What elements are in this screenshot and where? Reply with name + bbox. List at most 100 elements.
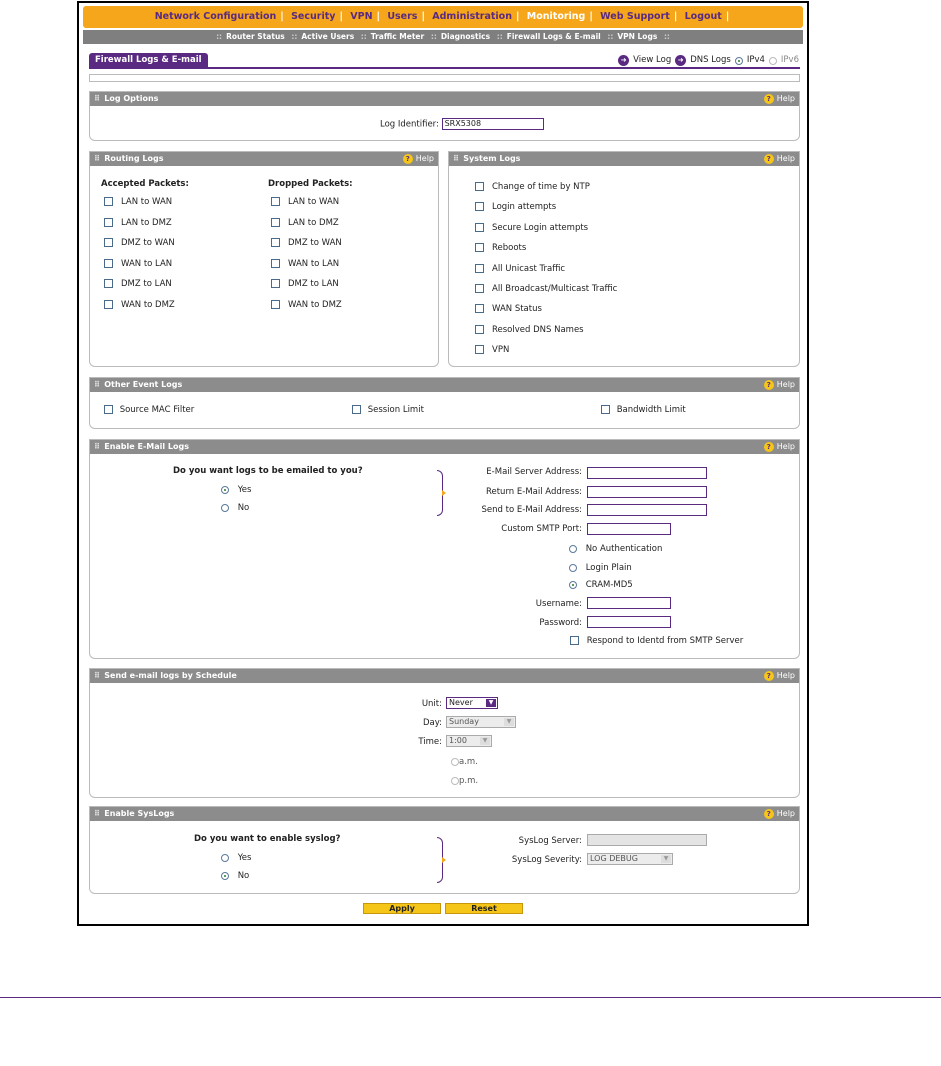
system-log-row: All Broadcast/Multicast Traffic: [475, 284, 617, 294]
panel-header: ⠿ Enable SysLogs? Help: [90, 807, 799, 821]
am-radio[interactable]: [451, 757, 459, 766]
nav-monitoring[interactable]: Monitoring: [526, 11, 587, 22]
dropped-checkbox[interactable]: [271, 217, 280, 227]
pm-label: p.m.: [459, 776, 479, 786]
ipv4-radio[interactable]: [734, 56, 743, 65]
dropped-checkbox[interactable]: [271, 258, 280, 268]
auth-none-radio[interactable]: [569, 544, 577, 553]
help-link[interactable]: ? Help: [763, 152, 795, 166]
log-identifier-input[interactable]: SRX5308: [441, 118, 544, 130]
subnav-diagnostics[interactable]: Diagnostics: [441, 32, 490, 41]
nav-security[interactable]: Security: [290, 11, 336, 22]
time-select[interactable]: 1:00 ▼: [446, 735, 492, 747]
syslog-server-input[interactable]: [587, 834, 707, 846]
subnav-firewall-logs[interactable]: Firewall Logs & E-mail: [507, 32, 601, 41]
chevron-down-icon: ▼: [661, 855, 671, 863]
subnav-active-users[interactable]: Active Users: [301, 32, 354, 41]
help-link[interactable]: ? Help: [763, 669, 795, 683]
day-select[interactable]: Sunday ▼: [446, 716, 516, 728]
system-log-checkbox[interactable]: [475, 182, 484, 191]
system-log-row: Login attempts: [475, 202, 556, 212]
system-log-checkbox[interactable]: [475, 345, 484, 355]
username-input[interactable]: [587, 597, 671, 609]
panel-header: ⠿ Routing Logs? Help: [90, 152, 438, 166]
day-label: Day:: [422, 718, 442, 728]
bandwidth-limit-checkbox[interactable]: [601, 405, 610, 414]
pm-radio[interactable]: [451, 776, 459, 785]
help-link[interactable]: ? Help: [763, 807, 795, 821]
nav-vpn[interactable]: VPN: [349, 11, 373, 22]
nav-administration[interactable]: Administration: [431, 11, 513, 22]
system-log-checkbox[interactable]: [475, 202, 484, 212]
identd-label: Respond to Identd from SMTP Server: [586, 636, 744, 646]
system-log-checkbox[interactable]: [475, 284, 484, 293]
email-yes-radio[interactable]: [221, 485, 229, 494]
system-log-checkbox[interactable]: [475, 222, 484, 232]
dropped-checkbox[interactable]: [271, 197, 280, 206]
subnav-traffic-meter[interactable]: Traffic Meter: [371, 32, 424, 41]
dropped-row: WAN to LAN: [271, 258, 339, 269]
help-link[interactable]: ? Help: [763, 440, 795, 454]
auth-plain-radio[interactable]: [569, 563, 577, 572]
system-log-label: VPN: [492, 345, 510, 356]
return-email-input[interactable]: [587, 486, 707, 498]
accepted-checkbox[interactable]: [104, 217, 113, 227]
accepted-label: DMZ to LAN: [121, 279, 172, 289]
system-log-label: Resolved DNS Names: [492, 324, 584, 335]
system-log-row: All Unicast Traffic: [475, 263, 565, 274]
bracket-connector: [437, 470, 446, 516]
nav-users[interactable]: Users: [386, 11, 418, 22]
send-to-email-input[interactable]: [587, 504, 707, 516]
email-server-input[interactable]: [587, 467, 707, 479]
accepted-checkbox[interactable]: [104, 279, 113, 288]
syslog-no-radio[interactable]: [221, 871, 229, 880]
chevron-down-icon: ▼: [504, 718, 514, 726]
panel-header: ⠿ Log Options? Help: [90, 92, 799, 106]
accepted-checkbox[interactable]: [104, 258, 113, 268]
subnav-router-status[interactable]: Router Status: [226, 32, 285, 41]
system-log-label: Secure Login attempts: [492, 222, 589, 233]
syslog-severity-select[interactable]: LOG DEBUG ▼: [587, 853, 673, 865]
identd-checkbox[interactable]: [570, 636, 579, 645]
system-log-checkbox[interactable]: [475, 324, 484, 334]
view-log-link[interactable]: View Log: [633, 54, 671, 67]
help-link[interactable]: ? Help: [763, 378, 795, 392]
dns-logs-link[interactable]: DNS Logs: [690, 54, 731, 67]
system-log-row: Reboots: [475, 243, 526, 253]
system-log-checkbox[interactable]: [475, 304, 484, 314]
help-link[interactable]: ? Help: [763, 92, 795, 106]
accepted-checkbox[interactable]: [104, 299, 113, 309]
ipv6-radio[interactable]: [768, 56, 777, 65]
nav-network-configuration[interactable]: Network Configuration: [154, 11, 278, 22]
tab-underline: [89, 67, 800, 69]
help-icon: ?: [763, 808, 774, 819]
system-log-label: Login attempts: [492, 202, 557, 213]
dropped-checkbox[interactable]: [271, 238, 280, 247]
tab-firewall-logs[interactable]: Firewall Logs & E-mail: [89, 53, 208, 68]
accepted-checkbox[interactable]: [104, 238, 113, 247]
system-log-row: Secure Login attempts: [475, 222, 589, 233]
unit-select[interactable]: Never ▼: [446, 697, 498, 709]
source-mac-filter-checkbox[interactable]: [104, 405, 113, 414]
syslog-yes-radio[interactable]: [221, 853, 229, 862]
system-log-checkbox[interactable]: [475, 263, 484, 273]
session-limit-checkbox[interactable]: [352, 405, 361, 414]
accepted-checkbox[interactable]: [104, 197, 113, 206]
email-no-label: No: [237, 503, 250, 513]
password-input[interactable]: [587, 616, 671, 628]
panel-header: ⠿ Send e-mail logs by Schedule? Help: [90, 669, 799, 683]
chevron-down-icon: ▼: [486, 699, 496, 707]
help-link[interactable]: ? Help: [402, 152, 434, 166]
system-log-checkbox[interactable]: [475, 243, 484, 253]
auth-cram-radio[interactable]: [569, 580, 577, 589]
apply-button[interactable]: Apply: [363, 903, 441, 914]
smtp-port-input[interactable]: [587, 523, 671, 535]
dropped-row: DMZ to LAN: [271, 279, 339, 289]
dropped-checkbox[interactable]: [271, 279, 280, 288]
nav-web-support[interactable]: Web Support: [599, 11, 671, 22]
reset-button[interactable]: Reset: [445, 903, 523, 914]
subnav-vpn-logs[interactable]: VPN Logs: [617, 32, 657, 41]
dropped-checkbox[interactable]: [271, 299, 280, 309]
email-no-radio[interactable]: [221, 503, 229, 512]
nav-logout[interactable]: Logout: [684, 11, 723, 22]
